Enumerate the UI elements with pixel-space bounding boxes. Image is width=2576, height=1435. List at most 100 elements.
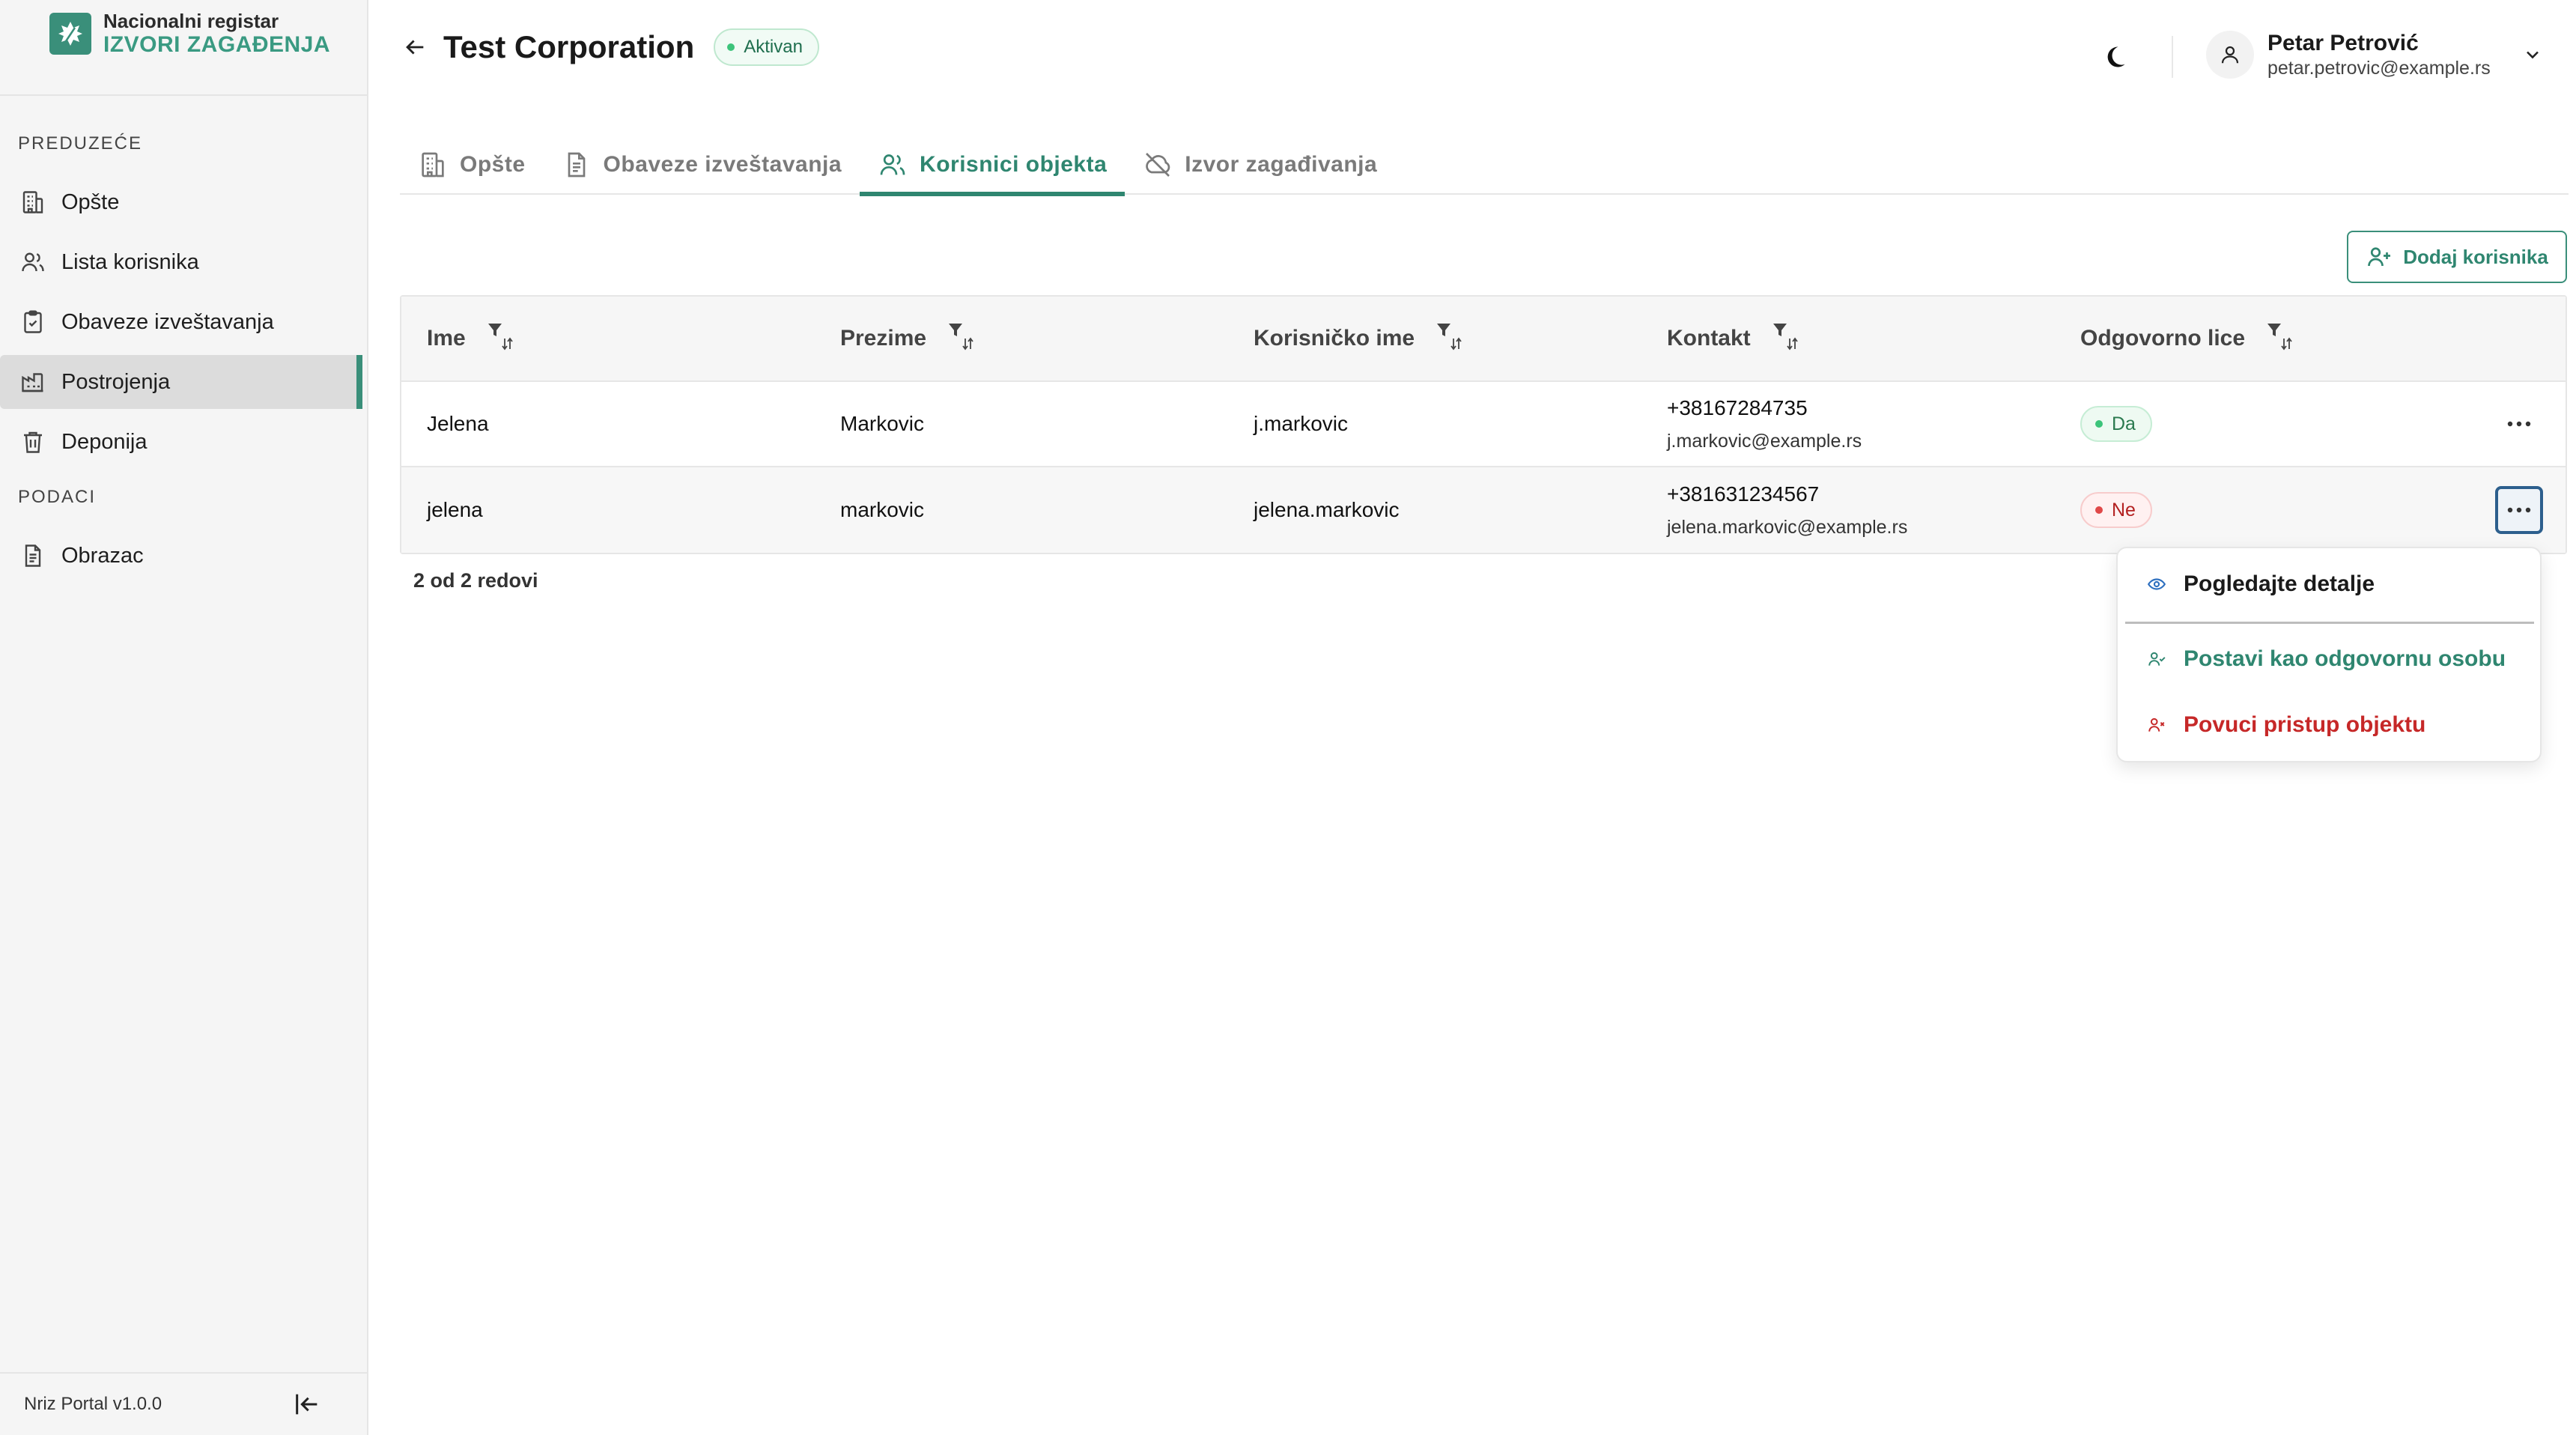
tab-izvor-zagadjivanja[interactable]: Izvor zagađivanja — [1125, 135, 1395, 195]
contact-email: jelena.markovic@example.rs — [1667, 516, 1908, 538]
status-dot-icon — [2095, 506, 2103, 514]
menu-item-set-responsible[interactable]: Postavi kao odgovornu osobu — [2119, 629, 2540, 689]
status-dot-icon — [2095, 420, 2103, 428]
menu-item-view-details[interactable]: Pogledajte detalje — [2119, 554, 2540, 614]
cell-contact: +38167284735 j.markovic@example.rs — [1641, 396, 2055, 452]
divider — [2172, 36, 2173, 78]
section-title-company: PREDUZEĆE — [18, 133, 143, 154]
user-name: Petar Petrović — [2267, 31, 2419, 55]
column-header-korisnicko-ime[interactable]: Korisničko ime — [1228, 322, 1641, 355]
cell-responsible: Da — [2055, 406, 2471, 442]
table-row[interactable]: jelena markovic jelena.markovic +3816312… — [401, 467, 2566, 553]
clipboard-check-icon — [18, 307, 48, 337]
filter-sort-icon[interactable] — [487, 322, 517, 355]
column-header-prezime[interactable]: Prezime — [815, 322, 1228, 355]
chevron-down-icon[interactable] — [2521, 43, 2545, 67]
table-header: Ime Prezime Korisničko ime Kontakt Odgov… — [401, 297, 2566, 382]
factory-icon — [18, 367, 48, 397]
sidebar-item-deponija[interactable]: Deponija — [0, 415, 361, 469]
more-actions-button[interactable] — [2495, 400, 2543, 448]
sidebar-item-label: Lista korisnika — [61, 249, 199, 274]
responsible-label: Ne — [2112, 499, 2136, 521]
sidebar-item-label: Obaveze izveštavanja — [61, 309, 274, 334]
page-title: Test Corporation — [443, 29, 695, 64]
building-icon — [418, 150, 448, 180]
menu-item-label: Povuci pristup objektu — [2184, 712, 2426, 737]
add-user-label: Dodaj korisnika — [2403, 245, 2548, 268]
collapse-sidebar-icon[interactable] — [292, 1389, 322, 1419]
trash-icon — [18, 427, 48, 457]
sidebar-item-lista-korisnika[interactable]: Lista korisnika — [0, 235, 361, 289]
cell-actions — [2471, 400, 2566, 448]
user-email: petar.petrovic@example.rs — [2267, 58, 2491, 79]
column-header-kontakt[interactable]: Kontakt — [1641, 322, 2055, 355]
column-label: Prezime — [840, 326, 927, 351]
filter-sort-icon[interactable] — [1772, 322, 1802, 355]
user-plus-icon — [2366, 243, 2393, 270]
cell-ime: jelena — [427, 498, 483, 521]
sidebar-footer: Nriz Portal v1.0.0 — [0, 1372, 367, 1435]
version-label: Nriz Portal v1.0.0 — [24, 1394, 162, 1414]
responsible-badge: Da — [2080, 406, 2152, 442]
tab-korisnici-objekta[interactable]: Korisnici objekta — [860, 135, 1126, 196]
row-actions-menu: Pogledajte detalje Postavi kao odgovornu… — [2116, 547, 2542, 762]
row-count: 2 od 2 redovi — [413, 569, 538, 592]
contact-phone: +381631234567 — [1667, 482, 1820, 506]
filter-sort-icon[interactable] — [2266, 322, 2296, 355]
sidebar-item-opste[interactable]: Opšte — [0, 175, 361, 229]
logo[interactable]: Nacionalni registar IZVORI ZAGAĐENJA — [49, 10, 330, 57]
tab-obaveze-izvestavanja[interactable]: Obaveze izveštavanja — [544, 135, 860, 195]
back-arrow-icon[interactable] — [400, 32, 430, 62]
cell-prezime: Markovic — [840, 412, 925, 435]
cloud-off-icon — [1143, 150, 1173, 180]
users-icon — [878, 150, 908, 180]
responsible-badge: Ne — [2080, 492, 2152, 528]
filter-sort-icon[interactable] — [1436, 322, 1465, 355]
users-icon — [18, 247, 48, 277]
menu-item-revoke-access[interactable]: Povuci pristup objektu — [2119, 695, 2540, 755]
sidebar-item-obaveze[interactable]: Obaveze izveštavanja — [0, 295, 361, 349]
add-user-button[interactable]: Dodaj korisnika — [2347, 231, 2567, 283]
moon-icon[interactable] — [2097, 39, 2133, 75]
more-actions-button[interactable] — [2495, 486, 2543, 534]
column-label: Kontakt — [1667, 326, 1751, 351]
cell-username: jelena.markovic — [1254, 498, 1400, 521]
tab-label: Korisnici objekta — [920, 152, 1108, 177]
section-title-data: PODACI — [18, 487, 97, 507]
ellipsis-icon — [2507, 507, 2531, 513]
cell-username: j.markovic — [1254, 412, 1349, 435]
tab-label: Opšte — [460, 152, 526, 177]
divider — [2125, 622, 2534, 624]
table-row[interactable]: Jelena Markovic j.markovic +38167284735 … — [401, 382, 2566, 467]
column-label: Ime — [427, 326, 466, 351]
column-header-ime[interactable]: Ime — [401, 322, 815, 355]
sidebar-item-obrazac[interactable]: Obrazac — [0, 529, 361, 583]
status-badge: Aktivan — [714, 28, 819, 66]
sidebar-item-label: Postrojenja — [61, 369, 171, 394]
sidebar-item-postrojenja[interactable]: Postrojenja — [0, 355, 362, 409]
users-table: Ime Prezime Korisničko ime Kontakt Odgov… — [400, 295, 2567, 554]
filter-sort-icon[interactable] — [947, 322, 977, 355]
column-label: Korisničko ime — [1254, 326, 1415, 351]
cell-ime: Jelena — [427, 412, 489, 435]
column-label: Odgovorno lice — [2080, 326, 2246, 351]
status-dot-icon — [727, 43, 735, 51]
cell-contact: +381631234567 jelena.markovic@example.rs — [1641, 482, 2055, 538]
user-menu[interactable]: Petar Petrović petar.petrovic@example.rs — [2206, 30, 2545, 79]
status-label: Aktivan — [744, 37, 803, 57]
page-header: Test Corporation Aktivan — [400, 28, 819, 66]
cell-prezime: markovic — [840, 498, 925, 521]
tab-label: Obaveze izveštavanja — [603, 152, 842, 177]
sidebar-item-label: Obrazac — [61, 543, 144, 568]
responsible-label: Da — [2112, 413, 2136, 434]
contact-phone: +38167284735 — [1667, 395, 1808, 419]
logo-line1: Nacionalni registar — [103, 10, 279, 32]
column-header-odgovorno-lice[interactable]: Odgovorno lice — [2055, 322, 2471, 355]
user-check-icon — [2146, 649, 2167, 670]
sidebar-item-label: Opšte — [61, 189, 120, 214]
menu-item-label: Postavi kao odgovornu osobu — [2184, 646, 2506, 671]
eye-icon — [2146, 574, 2167, 595]
tab-bar: Opšte Obaveze izveštavanja Korisnici obj… — [400, 135, 2569, 196]
tab-opste[interactable]: Opšte — [400, 135, 544, 195]
document-icon — [562, 150, 592, 180]
